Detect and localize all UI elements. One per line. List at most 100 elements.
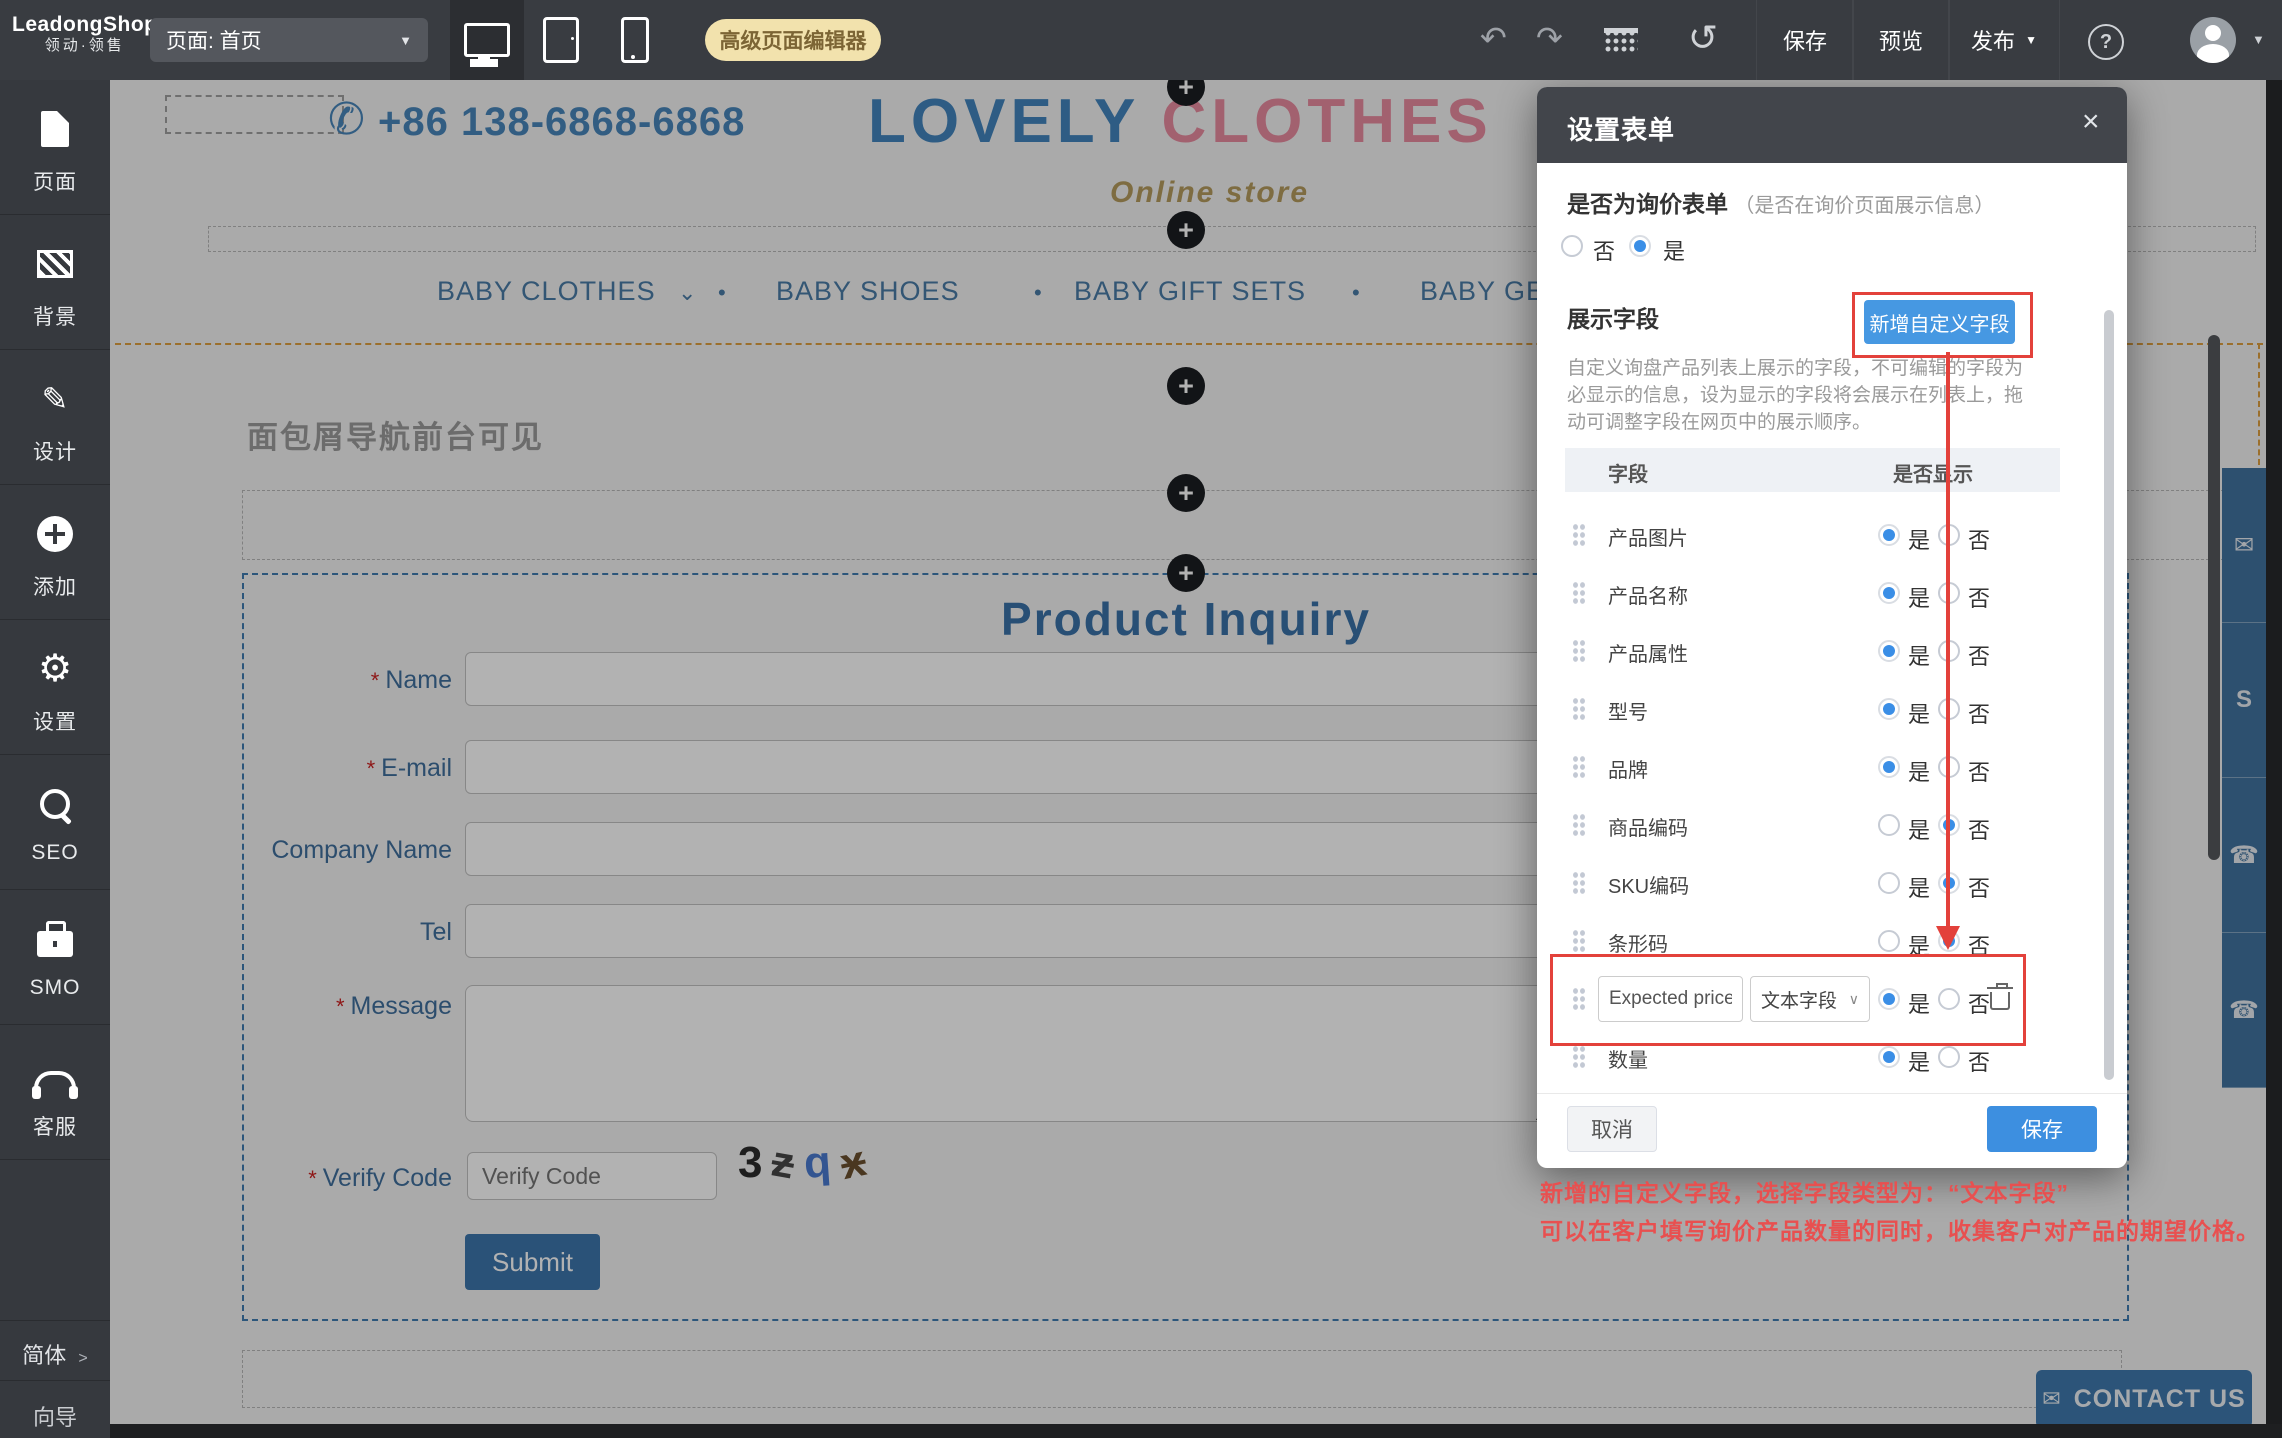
modal-scrollbar-thumb[interactable]	[2104, 310, 2114, 1080]
sidebar-item-label: 客服	[0, 1111, 110, 1141]
inquiry-question-hint: （是否在询价页面展示信息）	[1734, 195, 1994, 217]
divider	[0, 1320, 110, 1321]
show-radio-no-label[interactable]: 否	[1968, 1045, 1990, 1077]
inquiry-radio-no-label[interactable]: 否	[1593, 234, 1615, 266]
cancel-button[interactable]: 取消	[1567, 1106, 1657, 1152]
inquiry-radio-yes[interactable]	[1629, 235, 1651, 257]
app-logo: LeadongShop 领动·领售	[12, 13, 158, 54]
show-radio-yes[interactable]	[1878, 814, 1900, 836]
sidebar-item-add[interactable]: 添加	[0, 485, 110, 620]
sidebar-item-pages[interactable]: 页面	[0, 80, 110, 215]
drag-handle[interactable]	[1572, 581, 1586, 605]
show-radio-yes-label[interactable]: 是	[1908, 1045, 1930, 1077]
advanced-editor-label: 高级页面编辑器	[720, 25, 867, 55]
show-radio-yes-label[interactable]: 是	[1908, 813, 1930, 845]
show-radio-yes[interactable]	[1878, 640, 1900, 662]
show-radio-yes[interactable]	[1878, 524, 1900, 546]
show-radio-yes-label[interactable]: 是	[1908, 697, 1930, 729]
page-selector-dropdown[interactable]: 页面: 首页 ▼	[150, 18, 428, 62]
mobile-icon	[621, 17, 649, 63]
show-radio-yes[interactable]	[1878, 698, 1900, 720]
drag-handle[interactable]	[1572, 697, 1586, 721]
form-settings-modal: 设置表单 × 是否为询价表单 （是否在询价页面展示信息） 否 是 展示字段 新增…	[1537, 87, 2127, 1168]
logo-text: LeadongShop	[12, 13, 158, 37]
show-radio-no-label[interactable]: 否	[1968, 697, 1990, 729]
sidebar-item-background[interactable]: 背景	[0, 215, 110, 350]
preview-label: 预览	[1879, 24, 1923, 56]
divider	[1537, 1093, 2127, 1094]
show-radio-yes[interactable]	[1878, 872, 1900, 894]
save-button[interactable]: 保存	[1756, 0, 1854, 80]
annotation-arrow-line	[1946, 352, 1950, 928]
modal-save-button[interactable]: 保存	[1987, 1106, 2097, 1152]
save-label: 保存	[1783, 24, 1827, 56]
field-row-label: 品牌	[1608, 754, 1648, 783]
show-radio-yes[interactable]	[1878, 930, 1900, 952]
modal-title: 设置表单	[1567, 110, 1675, 147]
language-label: 简体	[22, 1343, 66, 1368]
grid-blocks-button[interactable]	[1604, 28, 1638, 54]
left-sidebar: 页面 背景 ✎ 设计 添加 ⚙ 设置 SEO SMO 客服	[0, 80, 110, 1438]
show-radio-yes-label[interactable]: 是	[1908, 755, 1930, 787]
field-row: 型号 是 否	[1552, 680, 2060, 738]
drag-handle[interactable]	[1572, 1045, 1586, 1069]
advanced-editor-button[interactable]: 高级页面编辑器	[705, 19, 881, 61]
show-radio-yes-label[interactable]: 是	[1908, 871, 1930, 903]
show-radio-yes-label[interactable]: 是	[1908, 639, 1930, 671]
annotation-text-line1: 新增的自定义字段，选择字段类型为：“文本字段”	[1540, 1174, 2069, 1208]
device-mobile-button[interactable]	[598, 0, 672, 80]
field-row-label: 数量	[1608, 1044, 1648, 1073]
annotation-arrow-head	[1936, 926, 1960, 950]
show-radio-no-label[interactable]: 否	[1968, 639, 1990, 671]
page-icon	[41, 111, 69, 147]
sidebar-item-settings[interactable]: ⚙ 设置	[0, 620, 110, 755]
sidebar-item-seo[interactable]: SEO	[0, 755, 110, 890]
drag-handle[interactable]	[1572, 523, 1586, 547]
drag-handle[interactable]	[1572, 871, 1586, 895]
undo-icon: ↶	[1480, 20, 1507, 56]
sidebar-item-label: 添加	[0, 571, 110, 601]
fields-table-header: 字段 是否显示	[1565, 448, 2060, 492]
drag-handle[interactable]	[1572, 639, 1586, 663]
show-radio-yes[interactable]	[1878, 756, 1900, 778]
sidebar-item-design[interactable]: ✎ 设计	[0, 350, 110, 485]
show-radio-yes[interactable]	[1878, 582, 1900, 604]
drag-handle[interactable]	[1572, 813, 1586, 837]
show-radio-yes[interactable]	[1878, 1046, 1900, 1068]
sidebar-item-support[interactable]: 客服	[0, 1025, 110, 1160]
show-radio-no-label[interactable]: 否	[1968, 581, 1990, 613]
sidebar-item-smo[interactable]: SMO	[0, 890, 110, 1025]
custom-field-row: 文本字段 ∨ 是 否	[1552, 970, 2060, 1028]
show-radio-no-label[interactable]: 否	[1968, 523, 1990, 555]
account-menu-caret[interactable]: ▼	[2252, 32, 2265, 47]
show-radio-yes-label[interactable]: 是	[1908, 523, 1930, 555]
show-radio-no-label[interactable]: 否	[1968, 755, 1990, 787]
device-tablet-button[interactable]	[524, 0, 598, 80]
close-icon[interactable]: ×	[2082, 107, 2100, 137]
drag-handle[interactable]	[1572, 929, 1586, 953]
undo-button[interactable]: ↶	[1480, 22, 1507, 54]
redo-button[interactable]: ↷	[1536, 22, 1563, 54]
publish-label: 发布	[1971, 24, 2015, 56]
preview-button[interactable]: 预览	[1852, 0, 1950, 80]
show-radio-no-label[interactable]: 否	[1968, 871, 1990, 903]
history-button[interactable]: ↺	[1688, 20, 1718, 56]
device-desktop-button[interactable]	[450, 0, 524, 80]
show-radio-no[interactable]	[1938, 1046, 1960, 1068]
sidebar-item-label: 设计	[0, 436, 110, 466]
help-button[interactable]: ?	[2088, 24, 2124, 60]
sidebar-item-label: 设置	[0, 706, 110, 736]
show-radio-no-label[interactable]: 否	[1968, 813, 1990, 845]
column-field: 字段	[1608, 458, 1648, 487]
avatar[interactable]	[2190, 17, 2236, 63]
show-radio-yes-label[interactable]: 是	[1908, 581, 1930, 613]
top-toolbar: LeadongShop 领动·领售 页面: 首页 ▼ 高级页面编辑器 ↶ ↷ ↺…	[0, 0, 2282, 80]
language-switcher[interactable]: 简体 >	[0, 1338, 110, 1370]
annotation-text-line2: 可以在客户填写询价产品数量的同时，收集客户对产品的期望价格。	[1540, 1212, 2260, 1246]
fields-section-title: 展示字段	[1567, 300, 1659, 334]
wizard-button[interactable]: 向导	[0, 1400, 110, 1432]
inquiry-radio-no[interactable]	[1561, 235, 1583, 257]
drag-handle[interactable]	[1572, 755, 1586, 779]
inquiry-radio-yes-label[interactable]: 是	[1663, 234, 1685, 266]
publish-button[interactable]: 发布 ▼	[1948, 0, 2060, 80]
